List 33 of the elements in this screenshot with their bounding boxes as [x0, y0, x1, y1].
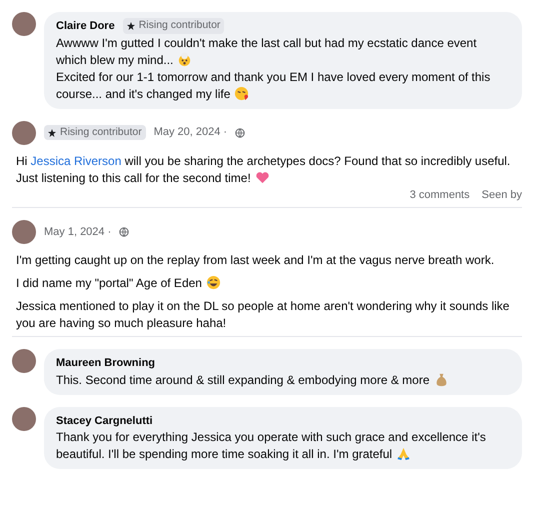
- comment-text: Thank you for everything Jessica you operate with such grace and excellence it's beautiful. I'll be spending more time soaking it all in. I'm grateful: [56, 429, 487, 463]
- post-date[interactable]: May 20, 2024 ·: [154, 124, 228, 141]
- avatar[interactable]: [12, 220, 36, 244]
- avatar[interactable]: [12, 12, 36, 36]
- comment-text: Awwww I'm gutted I couldn't make the last call but had my ecstatic dance event which blew my mind...: [56, 34, 478, 68]
- comment-text: Hi Jessica Riverson will you be sharing the archetypes docs? Found that so incredibly useful. Just listening to this call for the second time!: [16, 152, 512, 186]
- avatar[interactable]: [12, 349, 36, 373]
- money-bag-icon: [434, 372, 449, 386]
- praying-hands-icon: [396, 446, 412, 461]
- post-date[interactable]: May 1, 2024 ·: [44, 224, 112, 240]
- comment-text: I did name my "portal" Age of Eden: [16, 275, 522, 292]
- avatar[interactable]: [12, 406, 36, 430]
- author-name[interactable]: Claire Dore: [56, 18, 115, 34]
- heart-icon: [254, 170, 270, 184]
- comment-text: I'm getting caught up on the replay from last week and I'm at the vagus nerve breath work.: [16, 252, 496, 269]
- star-icon: [48, 128, 56, 136]
- author-name[interactable]: Maureen Browning: [56, 355, 156, 372]
- avatar[interactable]: [12, 120, 36, 144]
- comment-text: Jessica mentioned to play it on the DL so people at home aren't wondering why it sounds like you are having so much pleasure haha!: [16, 298, 510, 332]
- contributor-badge: Rising contributor: [122, 18, 224, 34]
- globe-icon: [235, 128, 246, 138]
- star-icon: [126, 22, 135, 30]
- mention-link[interactable]: Jessica Riverson: [30, 154, 122, 168]
- comment-text: Excited for our 1-1 tomorrow and thank you EM I have loved every moment of this course... and it's changed my life: [56, 68, 492, 102]
- post-stat[interactable]: 3 comments: [410, 186, 470, 203]
- post-stat[interactable]: Seen by: [482, 186, 522, 203]
- author-name[interactable]: Stacey Cargnelutti: [56, 412, 153, 429]
- contributor-badge: Rising contributor: [44, 124, 146, 140]
- shocked-face-icon: [177, 52, 192, 66]
- laughing-face-icon: [206, 275, 221, 290]
- globe-icon: [119, 227, 130, 237]
- kissing-face-icon: [234, 86, 250, 100]
- comment-text: This. Second time around & still expanding & embodying more & more: [56, 372, 510, 388]
